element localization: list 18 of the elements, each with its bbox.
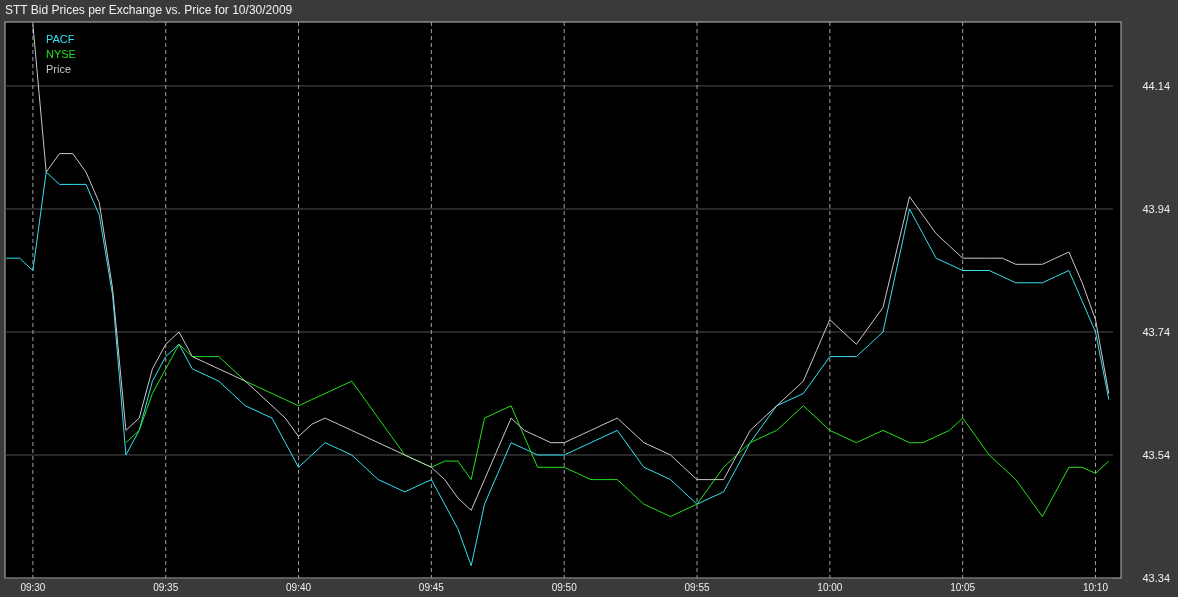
axis-label: 43.54: [1142, 449, 1170, 461]
axis-label: 09:35: [153, 582, 179, 593]
axis-label: 10:05: [950, 582, 976, 593]
axis-label: 44.14: [1142, 79, 1170, 92]
axis-label: 43.74: [1142, 326, 1170, 338]
axis-label: 09:55: [684, 582, 710, 593]
axis-label: 09:30: [20, 582, 46, 593]
axis-label: 09:40: [286, 582, 312, 593]
axis-label: 43.34: [1142, 572, 1170, 584]
legend-label: Price: [46, 63, 72, 75]
axis-label: 09:45: [418, 582, 444, 593]
axis-label: 10:10: [1083, 582, 1108, 593]
axis-label: 09:50: [551, 582, 577, 593]
legend-label: PACF: [46, 33, 75, 45]
axis-label: 43.94: [1142, 202, 1170, 215]
chart-title: STT Bid Prices per Exchange vs. Price for 10/30/2009: [4, 2, 294, 19]
axis-label: 10:00: [817, 582, 843, 593]
legend-label: NYSE: [46, 48, 76, 60]
